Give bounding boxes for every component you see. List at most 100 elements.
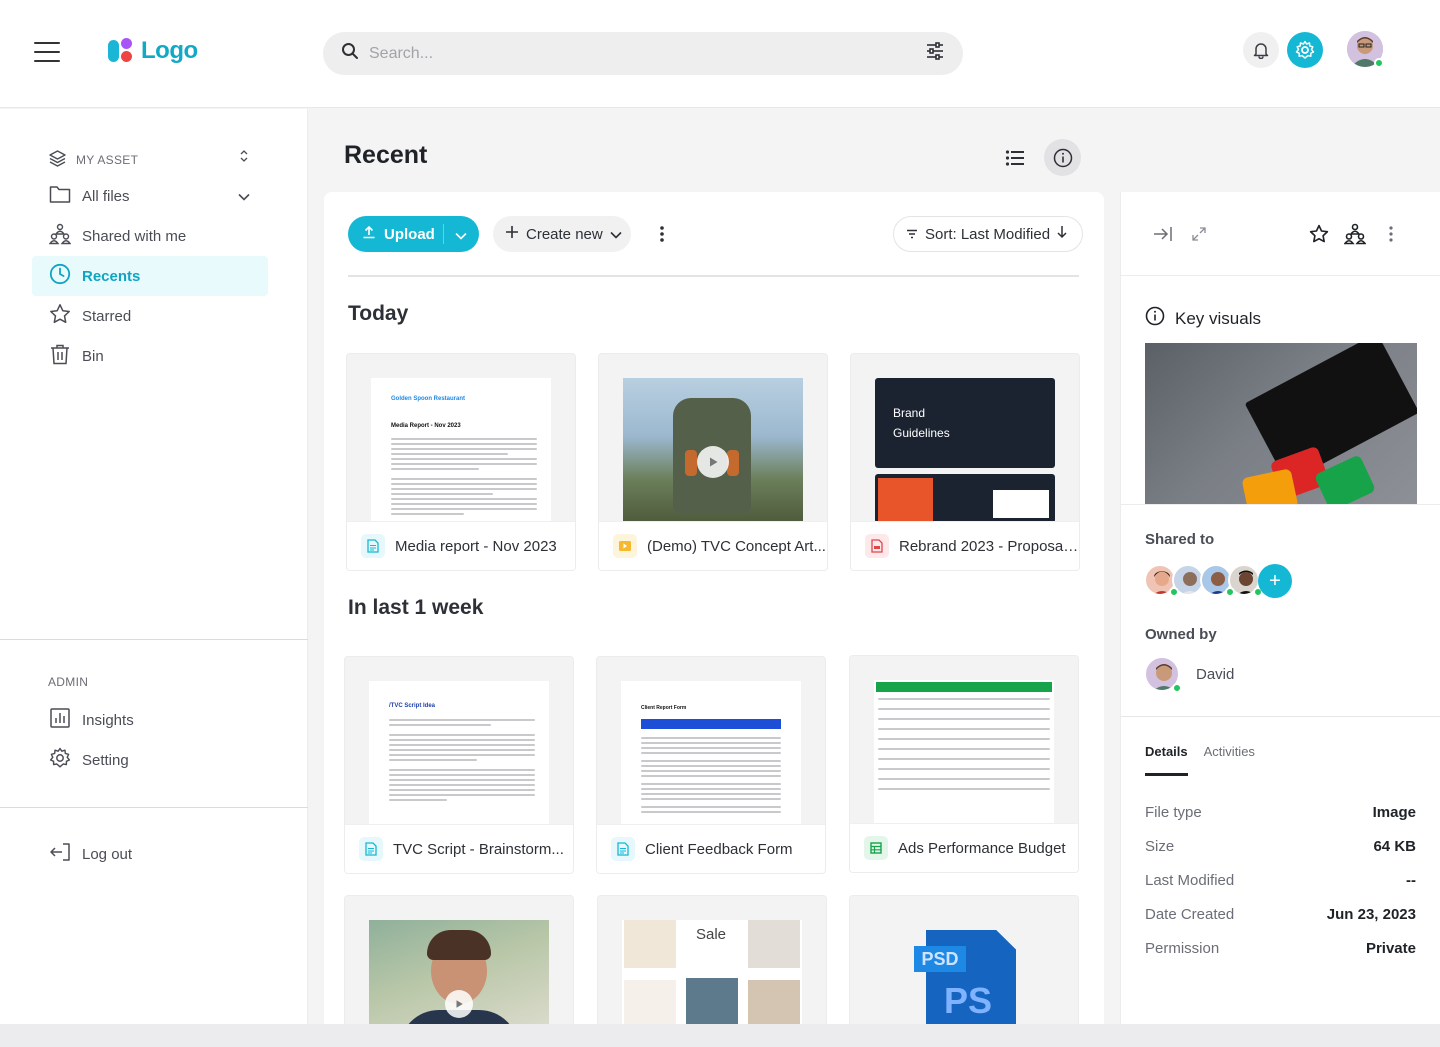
thumb-script-title: /TVC Script Idea xyxy=(389,703,436,709)
file-card-rebrand-proposal[interactable]: Brand Guidelines Rebrand 2023 - Proposal… xyxy=(850,353,1080,571)
logo[interactable]: Logo xyxy=(107,36,198,66)
more-options-icon[interactable] xyxy=(648,220,676,248)
sidebar-item-label: Setting xyxy=(82,751,129,769)
file-card-sale-collage[interactable]: Sale xyxy=(597,895,827,1032)
logout-icon xyxy=(49,841,71,867)
detail-key: Date Created xyxy=(1145,906,1235,923)
more-options-icon[interactable] xyxy=(1379,222,1403,246)
detail-row-date-created: Date Created Jun 23, 2023 xyxy=(1145,906,1416,923)
detail-key: Permission xyxy=(1145,940,1220,957)
list-view-icon[interactable] xyxy=(996,139,1033,176)
sidebar-item-shared-with-me[interactable]: Shared with me xyxy=(32,216,268,256)
upload-icon xyxy=(362,225,376,243)
panel-tabs: Details Activities xyxy=(1145,744,1255,776)
sidebar-item-all-files[interactable]: All files xyxy=(32,176,268,216)
trash-icon xyxy=(49,343,71,369)
sort-icon xyxy=(906,226,918,243)
preview-image[interactable] xyxy=(1145,343,1417,504)
create-new-label: Create new xyxy=(526,225,603,243)
file-card-portrait-video[interactable] xyxy=(344,895,574,1032)
share-people-icon[interactable] xyxy=(1343,222,1367,246)
chevron-updown-icon xyxy=(240,150,248,165)
file-name: Ads Performance Budget xyxy=(898,839,1066,857)
file-card-psd[interactable]: PS PSD xyxy=(849,895,1079,1032)
file-label: (Demo) TVC Concept Art... xyxy=(599,521,827,570)
chevron-down-icon[interactable] xyxy=(238,188,250,205)
upload-button[interactable]: Upload xyxy=(348,216,479,252)
thumb-ps-text: PS xyxy=(944,980,993,1021)
thumb-report-title: Media Report - Nov 2023 xyxy=(391,423,461,429)
sort-dropdown[interactable]: Sort: Last Modified xyxy=(893,216,1083,252)
file-name: (Demo) TVC Concept Art... xyxy=(647,537,826,555)
toolbar: Upload Create new Sort: Last Modified xyxy=(348,216,1083,252)
tab-details[interactable]: Details xyxy=(1145,744,1188,776)
owner-name: David xyxy=(1196,666,1235,683)
image-thumbnail: Sale xyxy=(622,920,802,1032)
settings-gear-icon[interactable] xyxy=(1287,32,1323,68)
my-asset-label: MY ASSET xyxy=(76,152,139,167)
tab-activities[interactable]: Activities xyxy=(1204,744,1255,776)
online-status-dot xyxy=(1169,587,1179,597)
search-icon xyxy=(341,42,359,65)
info-icon[interactable] xyxy=(1044,139,1081,176)
sidebar-item-bin[interactable]: Bin xyxy=(32,336,268,376)
file-card-tvc-script[interactable]: /TVC Script Idea TVC Script - Brainstorm… xyxy=(344,656,574,874)
file-card-media-report[interactable]: Golden Spoon Restaurant Media Report - N… xyxy=(346,353,576,571)
file-card-tvc-concept[interactable]: (Demo) TVC Concept Art... xyxy=(598,353,828,571)
online-status-dot xyxy=(1374,58,1384,68)
create-new-button[interactable]: Create new xyxy=(493,216,631,252)
logout-button[interactable]: Log out xyxy=(32,834,268,874)
collapse-panel-icon[interactable] xyxy=(1151,222,1175,246)
file-name: Rebrand 2023 - Proposal... xyxy=(899,537,1079,555)
doc-thumbnail: Golden Spoon Restaurant Media Report - N… xyxy=(371,378,551,523)
thumb-sale-text: Sale xyxy=(695,926,727,943)
file-card-client-feedback[interactable]: Client Report Form Client Feedback Form xyxy=(596,656,826,874)
info-icon xyxy=(1145,306,1165,331)
notification-bell-icon[interactable] xyxy=(1243,32,1279,68)
filter-icon[interactable] xyxy=(925,41,945,66)
detail-key: File type xyxy=(1145,804,1202,821)
logo-mark-icon xyxy=(107,36,135,66)
menu-icon[interactable] xyxy=(34,42,60,62)
thumb-brand: Brand xyxy=(893,406,926,420)
shared-to-label: Shared to xyxy=(1145,531,1215,548)
thumb-guidelines: Guidelines xyxy=(893,426,950,440)
panel-title: Key visuals xyxy=(1145,306,1261,331)
sidebar-item-setting[interactable]: Setting xyxy=(32,740,268,780)
sidebar-item-label: Bin xyxy=(82,347,104,365)
file-label: Client Feedback Form xyxy=(597,824,825,873)
sidebar-item-label: Insights xyxy=(82,711,134,729)
search-input[interactable] xyxy=(369,44,925,63)
divider xyxy=(348,275,1079,277)
sidebar-item-insights[interactable]: Insights xyxy=(32,700,268,740)
detail-row-size: Size 64 KB xyxy=(1145,838,1416,855)
expand-icon[interactable] xyxy=(1187,222,1211,246)
sidebar-item-label: Shared with me xyxy=(82,227,187,245)
sidebar: MY ASSET All files Shared with me Recent… xyxy=(0,109,308,1047)
pdf-thumbnail: Brand Guidelines xyxy=(875,378,1055,523)
section-title-last-week: In last 1 week xyxy=(348,596,484,619)
play-icon[interactable] xyxy=(697,446,729,478)
gear-icon xyxy=(49,747,71,773)
my-asset-section[interactable]: MY ASSET xyxy=(48,149,248,170)
doc-thumbnail: /TVC Script Idea xyxy=(369,681,549,826)
file-card-ads-budget[interactable]: Ads Performance Budget xyxy=(849,655,1079,873)
detail-row-file-type: File type Image xyxy=(1145,804,1416,821)
play-icon[interactable] xyxy=(445,990,473,1018)
add-share-button[interactable]: + xyxy=(1258,564,1292,598)
sheet-file-icon xyxy=(864,836,888,860)
sidebar-item-recents[interactable]: Recents xyxy=(32,256,268,296)
file-label: Rebrand 2023 - Proposal... xyxy=(851,521,1079,570)
panel-title-text: Key visuals xyxy=(1175,308,1261,328)
file-name: TVC Script - Brainstorm... xyxy=(393,840,564,858)
doc-file-icon xyxy=(611,837,635,861)
star-icon[interactable] xyxy=(1307,222,1331,246)
sidebar-item-label: All files xyxy=(82,187,130,205)
detail-value: -- xyxy=(1406,872,1416,889)
clock-icon xyxy=(49,263,71,289)
chevron-down-icon[interactable] xyxy=(455,227,467,244)
top-header: Logo xyxy=(0,0,1440,108)
thumb-form-title: Client Report Form xyxy=(641,705,687,711)
file-label: TVC Script - Brainstorm... xyxy=(345,824,573,873)
sidebar-item-starred[interactable]: Starred xyxy=(32,296,268,336)
